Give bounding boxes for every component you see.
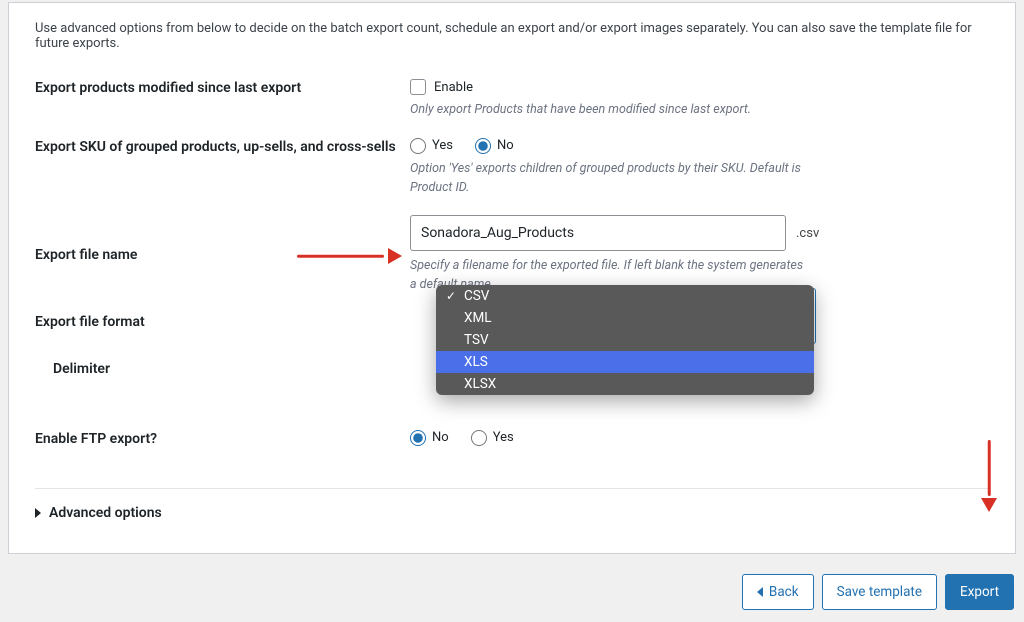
advanced-options-toggle[interactable]: Advanced options: [35, 488, 989, 527]
ftp-no-label: No: [432, 430, 449, 445]
annotation-arrow-right-icon: [297, 247, 402, 265]
back-button[interactable]: Back: [742, 574, 814, 610]
enable-modified-checkbox[interactable]: [410, 79, 426, 95]
label-ftp: Enable FTP export?: [35, 430, 410, 450]
export-button[interactable]: Export: [945, 574, 1014, 610]
sku-no-radio[interactable]: [475, 138, 491, 154]
back-button-label: Back: [769, 584, 799, 600]
label-modified: Export products modified since last expo…: [35, 79, 410, 120]
format-option-xls[interactable]: XLS: [436, 351, 814, 373]
format-option-csv[interactable]: CSV: [436, 285, 814, 307]
sku-yes-radio[interactable]: [410, 138, 426, 154]
label-sku: Export SKU of grouped products, up-sells…: [35, 138, 410, 198]
label-delimiter: Delimiter: [35, 361, 110, 377]
sku-no-label: No: [497, 138, 514, 153]
helper-sku: Option 'Yes' exports children of grouped…: [410, 160, 806, 198]
sku-yes-label: Yes: [432, 138, 453, 153]
enable-modified-label: Enable: [434, 80, 473, 95]
chevron-left-icon: [757, 587, 763, 597]
save-template-label: Save template: [837, 584, 922, 600]
filename-input[interactable]: [410, 215, 786, 251]
helper-modified: Only export Products that have been modi…: [410, 101, 806, 120]
ftp-yes-radio[interactable]: [471, 430, 487, 446]
export-button-label: Export: [960, 584, 999, 600]
annotation-arrow-down-icon: [982, 440, 996, 512]
intro-text: Use advanced options from below to decid…: [35, 3, 989, 61]
ftp-no-radio[interactable]: [410, 430, 426, 446]
filename-ext: .csv: [796, 226, 819, 241]
ftp-yes-label: Yes: [493, 430, 514, 445]
format-dropdown[interactable]: CSV XML TSV XLS XLSX: [436, 285, 814, 395]
format-option-xlsx[interactable]: XLSX: [436, 373, 814, 395]
save-template-button[interactable]: Save template: [822, 574, 937, 610]
caret-right-icon: [35, 508, 41, 518]
format-option-xml[interactable]: XML: [436, 307, 814, 329]
label-format: Export file format: [35, 313, 410, 333]
format-option-tsv[interactable]: TSV: [436, 329, 814, 351]
label-filename: Export file name: [35, 247, 137, 263]
advanced-options-label: Advanced options: [49, 505, 162, 521]
